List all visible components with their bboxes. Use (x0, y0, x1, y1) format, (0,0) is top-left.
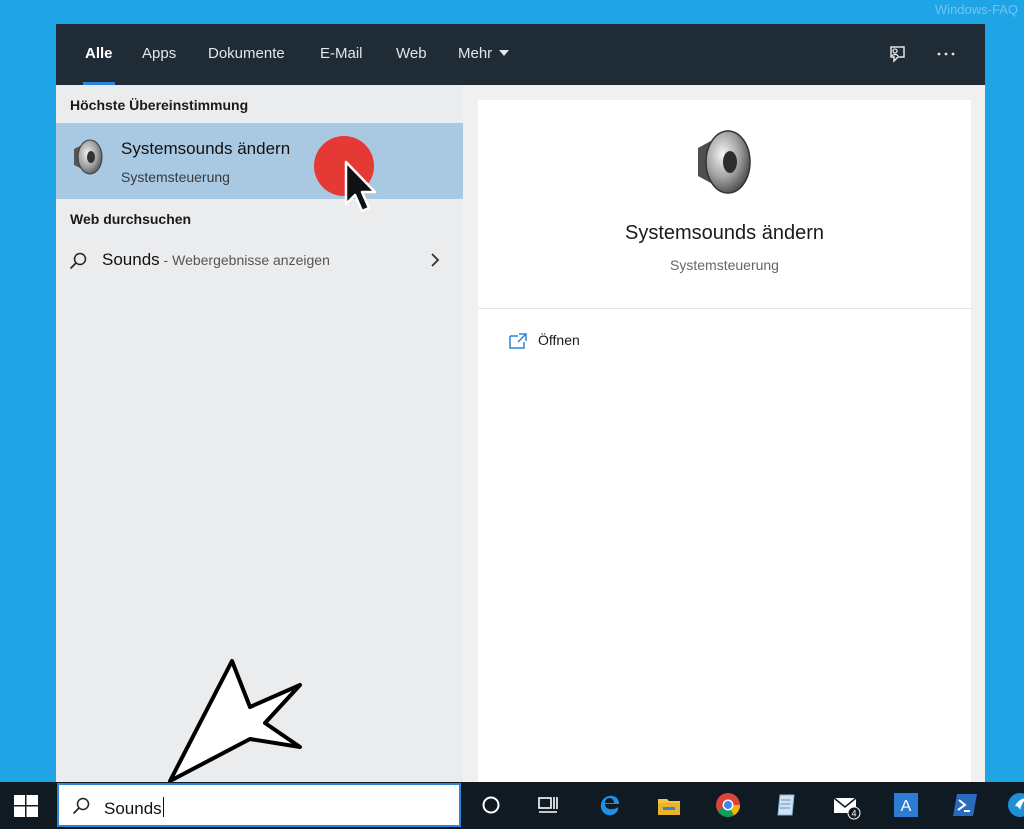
web-query-text: Sounds (102, 250, 160, 269)
search-input: Sounds (104, 797, 164, 819)
word-icon[interactable]: A (891, 790, 921, 820)
feedback-icon[interactable] (885, 42, 909, 66)
powershell-icon[interactable] (950, 790, 980, 820)
cortana-icon[interactable] (476, 790, 506, 820)
detail-title: Systemsounds ändern (624, 222, 824, 244)
mail-badge: 4 (851, 809, 856, 819)
tab-more-label: Mehr (458, 45, 493, 62)
open-icon (509, 333, 527, 349)
detail-subtitle: Systemsteuerung (670, 257, 779, 273)
web-search-heading: Web durchsuchen (70, 211, 192, 227)
speaker-icon (74, 139, 103, 175)
more-options-icon[interactable] (934, 42, 958, 66)
search-icon (72, 797, 90, 815)
task-view-icon[interactable] (533, 790, 563, 820)
divider (478, 308, 971, 309)
tab-apps[interactable]: Apps (142, 24, 176, 85)
search-input-value: Sounds (104, 799, 162, 818)
watermark: Windows-FAQ (934, 2, 1018, 17)
web-hint-text: - Webergebnisse anzeigen (159, 252, 330, 268)
tab-all[interactable]: Alle (83, 24, 115, 85)
speaker-icon-large (698, 130, 751, 194)
text-cursor (162, 797, 164, 817)
best-match-result[interactable]: Systemsounds ändern Systemsteuerung (56, 123, 463, 199)
app-icon[interactable] (1005, 790, 1024, 820)
chevron-down-icon (499, 50, 510, 56)
best-match-subtitle: Systemsteuerung (121, 169, 230, 185)
search-tab-bar: Alle Apps Dokumente E-Mail Web Mehr (56, 24, 985, 85)
windows-start-icon[interactable] (14, 795, 38, 817)
search-icon (69, 252, 87, 270)
chrome-icon[interactable] (713, 790, 743, 820)
web-search-result[interactable]: Sounds - Webergebnisse anzeigen (56, 245, 463, 275)
word-icon-letter: A (901, 798, 912, 815)
notepad-icon[interactable] (772, 790, 802, 820)
best-match-title: Systemsounds ändern (121, 139, 291, 158)
pointer-arrow-icon (168, 659, 302, 783)
tab-more[interactable]: Mehr (458, 24, 510, 85)
chevron-right-icon[interactable] (428, 252, 442, 268)
best-match-heading: Höchste Übereinstimmung (70, 97, 249, 113)
detail-pane: Systemsounds ändern Systemsteuerung Öffn… (478, 100, 971, 782)
taskbar: Sounds 4 A (0, 782, 1024, 829)
edge-icon[interactable] (594, 790, 624, 820)
tab-documents[interactable]: Dokumente (208, 24, 285, 85)
tab-email[interactable]: E-Mail (320, 24, 363, 85)
mail-icon[interactable]: 4 (831, 790, 861, 820)
file-explorer-icon[interactable] (654, 790, 684, 820)
tab-web[interactable]: Web (396, 24, 427, 85)
open-label: Öffnen (538, 332, 580, 348)
taskbar-search-box[interactable]: Sounds (57, 783, 461, 827)
click-marker (314, 136, 377, 213)
